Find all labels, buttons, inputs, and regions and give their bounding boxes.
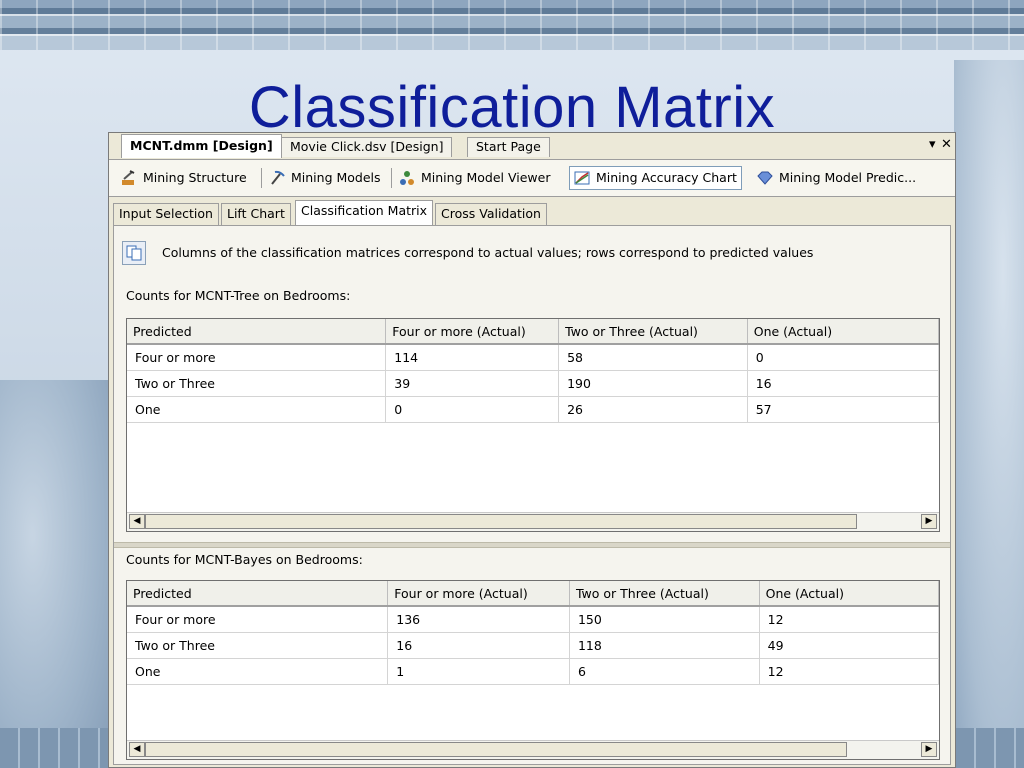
window-menu-dropdown[interactable]: ▾ [929,137,936,152]
doc-tab-mcnt-dmm[interactable]: MCNT.dmm [Design] [121,134,282,158]
table-row: One 1 6 12 [127,658,939,685]
table-cell: 136 [387,606,570,633]
table-row: Two or Three 39 190 16 [127,370,939,397]
table-cell: 6 [569,658,760,685]
designer-tab-strip: Mining Structure Mining Models Mining Mo… [109,159,955,197]
table-cell: 49 [759,632,939,659]
tab-mining-models[interactable]: Mining Models [265,166,385,190]
tab-label: Mining Structure [143,170,247,185]
tab-separator [391,168,392,188]
table-row: One 0 26 57 [127,396,939,423]
matrix-caption-tree: Counts for MCNT-Tree on Bedrooms: [126,288,351,303]
table-cell: 16 [387,632,570,659]
close-icon[interactable]: ✕ [941,137,952,152]
classification-grid-tree: Predicted Four or more (Actual) Two or T… [126,318,940,532]
decorative-bottom-left-band [0,728,108,768]
table-row: Two or Three 16 118 49 [127,632,939,659]
column-header[interactable]: Predicted [127,581,389,607]
table-cell: One [127,396,387,423]
table-cell: 0 [747,344,939,371]
accuracy-sub-tab-strip: Input Selection Lift Chart Classificatio… [109,197,955,225]
table-cell: 0 [385,396,560,423]
table-cell: Four or more [127,344,387,371]
tab-label: Mining Models [291,170,381,185]
scroll-right-button[interactable]: ▶ [921,742,937,757]
column-header[interactable]: Four or more (Actual) [385,319,560,345]
tab-mining-accuracy-chart[interactable]: Mining Accuracy Chart [569,166,742,190]
tab-label: Mining Model Viewer [421,170,551,185]
scroll-thumb[interactable] [145,514,857,529]
accuracy-chart-icon [574,171,590,185]
table-cell: 12 [759,606,939,633]
doc-tab-start-page[interactable]: Start Page [467,137,550,157]
table-cell: 114 [385,344,560,371]
tab-input-selection[interactable]: Input Selection [113,203,219,225]
horizontal-scrollbar[interactable]: ◀ ▶ [127,512,939,531]
table-header-row: Predicted Four or more (Actual) Two or T… [127,319,939,345]
scroll-left-button[interactable]: ◀ [129,742,145,757]
table-cell: 1 [387,658,570,685]
table-cell: 150 [569,606,760,633]
scroll-thumb[interactable] [145,742,847,757]
tab-separator [261,168,262,188]
document-tab-strip: MCNT.dmm [Design] Movie Click.dsv [Desig… [109,133,955,159]
table-cell: Two or Three [127,632,389,659]
table-cell: Four or more [127,606,389,633]
column-header[interactable]: Four or more (Actual) [387,581,570,607]
decorative-band-line [0,14,1024,16]
horizontal-scrollbar[interactable]: ◀ ▶ [127,740,939,759]
table-header-row: Predicted Four or more (Actual) Two or T… [127,581,939,607]
designer-window: MCNT.dmm [Design] Movie Click.dsv [Desig… [108,132,956,768]
table-cell: 16 [747,370,939,397]
scroll-right-button[interactable]: ▶ [921,514,937,529]
decorative-left-image [0,380,108,768]
panel-splitter[interactable] [114,542,950,548]
tab-label: Mining Model Predic... [779,170,917,185]
table-row: Four or more 136 150 12 [127,606,939,633]
classification-matrix-panel: Columns of the classification matrices c… [113,225,951,765]
diamond-icon [757,171,773,185]
pickaxe-cart-icon [122,170,135,185]
column-header[interactable]: One (Actual) [759,581,939,607]
decorative-top-band [0,0,1024,50]
tab-classification-matrix[interactable]: Classification Matrix [295,200,434,225]
tab-mining-model-viewer[interactable]: Mining Model Viewer [395,166,554,190]
decorative-right-image [954,60,1024,768]
column-header[interactable]: Predicted [127,319,387,345]
table-cell: 57 [747,396,939,423]
table-row: Four or more 114 58 0 [127,344,939,371]
table-cell: Two or Three [127,370,387,397]
decorative-band-line [0,34,1024,36]
pickaxe-icon [271,170,285,185]
tab-mining-structure[interactable]: Mining Structure [117,166,251,190]
table-cell: 58 [558,344,748,371]
column-header[interactable]: Two or Three (Actual) [558,319,748,345]
table-cell: 190 [558,370,748,397]
model-viewer-icon [400,171,414,185]
slide-title: Classification Matrix [248,75,776,140]
column-header[interactable]: Two or Three (Actual) [569,581,760,607]
copy-icon [126,245,142,261]
scroll-left-button[interactable]: ◀ [129,514,145,529]
doc-tab-movie-click-dsv[interactable]: Movie Click.dsv [Design] [281,137,453,157]
tab-cross-validation[interactable]: Cross Validation [435,203,547,225]
table-cell: 26 [558,396,748,423]
decorative-bottom-right-band [956,728,1024,768]
table-cell: 12 [759,658,939,685]
tab-lift-chart[interactable]: Lift Chart [221,203,291,225]
table-cell: 118 [569,632,760,659]
tab-label: Mining Accuracy Chart [596,170,737,185]
copy-button[interactable] [122,241,146,265]
matrix-description: Columns of the classification matrices c… [162,245,814,260]
table-cell: One [127,658,389,685]
matrix-caption-bayes: Counts for MCNT-Bayes on Bedrooms: [126,552,363,567]
table-cell: 39 [385,370,560,397]
column-header[interactable]: One (Actual) [747,319,939,345]
tab-mining-model-prediction[interactable]: Mining Model Predic... [753,166,920,190]
classification-grid-bayes: Predicted Four or more (Actual) Two or T… [126,580,940,760]
